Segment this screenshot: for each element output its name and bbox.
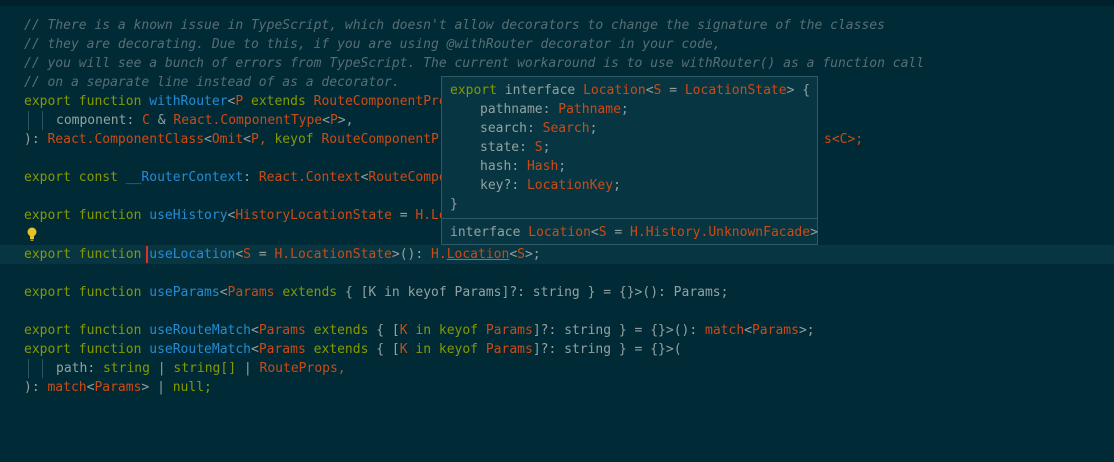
code-line-path: path: string | string[] | RouteProps, (56, 361, 346, 376)
code-line-use-history: export function useHistory<HistoryLocati… (24, 208, 447, 223)
code-line-withrouter: export function withRouter<P extends Rou… (24, 94, 447, 109)
comment-line-3: // you will see a bunch of errors from T… (24, 56, 925, 71)
code-line-use-route-match-1: export function useRouteMatch<Params ext… (24, 323, 815, 338)
comment-line-4: // on a separate line instead of as a de… (24, 75, 400, 90)
comment-line-2: // they are decorating. Due to this, if … (24, 37, 721, 52)
hover-declaration: export interface Location<S = LocationSt… (450, 83, 811, 98)
indent-guide (42, 359, 43, 378)
hover-footer: interface Location<S = H.History.Unknown… (450, 225, 818, 240)
hover-field-key: key?: LocationKey; (480, 178, 621, 193)
hover-field-pathname: pathname: Pathname; (480, 102, 629, 117)
code-editor[interactable]: // There is a known issue in TypeScript,… (0, 0, 1114, 462)
code-line-close: ): match<Params> | null; (24, 380, 212, 395)
code-line-use-params: export function useParams<Params extends… (24, 285, 729, 300)
text-cursor (146, 246, 148, 263)
hover-field-state: state: S; (480, 140, 551, 155)
hover-separator (442, 218, 817, 219)
comment-line-1: // There is a known issue in TypeScript,… (24, 18, 885, 33)
hover-tooltip: export interface Location<S = LocationSt… (441, 76, 818, 245)
code-line-use-location: export function useLocation<S = H.Locati… (24, 247, 541, 262)
code-line-use-route-match-2: export function useRouteMatch<Params ext… (24, 342, 682, 357)
indent-guide (28, 359, 29, 378)
hover-field-hash: hash: Hash; (480, 159, 567, 174)
indent-guide (28, 111, 29, 130)
code-line-return-type: ): React.ComponentClass<Omit<P, keyof Ro… (24, 132, 447, 147)
hover-close-brace: } (450, 197, 458, 212)
code-line-component: component: C & React.ComponentType<P>, (56, 113, 354, 128)
indent-guide (42, 111, 43, 130)
lightbulb-icon[interactable] (25, 226, 39, 242)
hover-field-search: search: Search; (480, 121, 598, 136)
code-line-return-tail: s<C>; (824, 132, 864, 147)
code-line-router-context: export const __RouterContext: React.Cont… (24, 170, 447, 185)
editor-top-shadow (0, 0, 1114, 6)
